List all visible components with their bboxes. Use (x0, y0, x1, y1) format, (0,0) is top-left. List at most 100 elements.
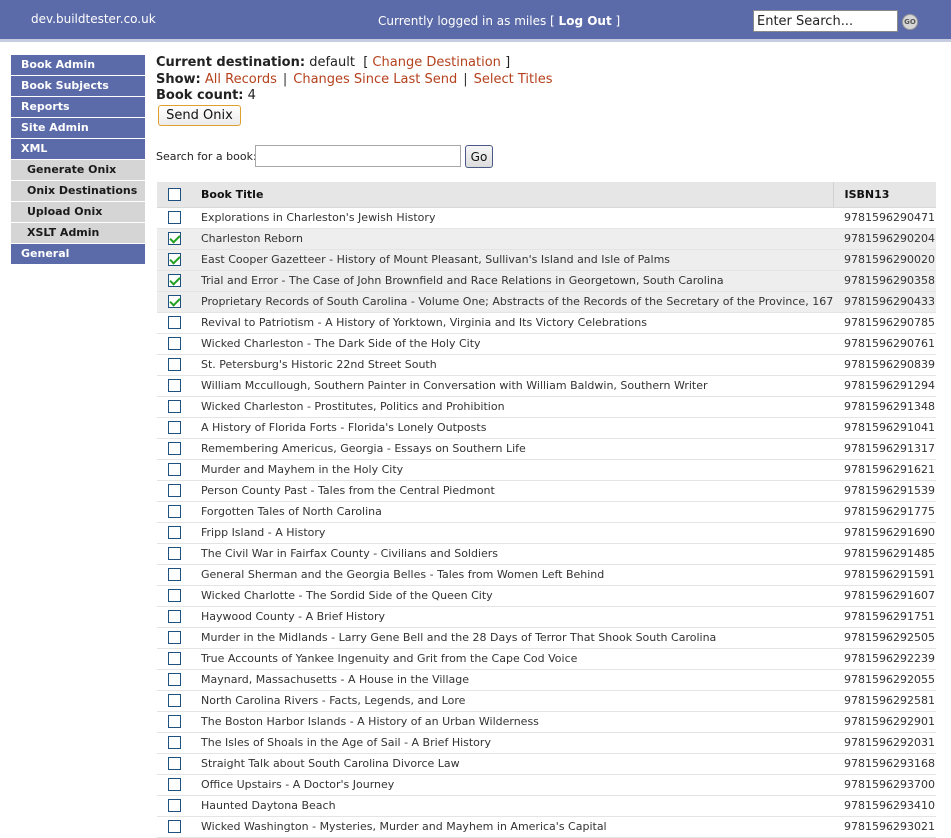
row-checkbox[interactable] (168, 631, 181, 645)
row-checkbox[interactable] (168, 715, 181, 729)
row-checkbox[interactable] (168, 610, 181, 624)
sidebar-subitem-xslt-admin[interactable]: XSLT Admin (11, 223, 145, 243)
table-row: Murder in the Midlands - Larry Gene Bell… (157, 627, 936, 649)
row-checkbox-cell (157, 627, 193, 649)
book-title-cell: Charleston Reborn (193, 228, 833, 250)
book-title-cell: Forgotten Tales of North Carolina (193, 501, 833, 523)
changes-since-last-send-link[interactable]: Changes Since Last Send (293, 72, 457, 87)
select-all-cell (157, 182, 193, 208)
table-row: True Accounts of Yankee Ingenuity and Gr… (157, 648, 936, 670)
book-title-cell: The Civil War in Fairfax County - Civili… (193, 543, 833, 565)
isbn-cell: 9781596292055 (833, 669, 936, 691)
row-checkbox[interactable] (168, 211, 181, 225)
table-row: Trial and Error - The Case of John Brown… (157, 270, 936, 292)
book-title-cell: Maynard, Massachusetts - A House in the … (193, 669, 833, 691)
row-checkbox[interactable] (168, 379, 181, 393)
row-checkbox[interactable] (168, 253, 181, 267)
row-checkbox-cell (157, 270, 193, 292)
row-checkbox[interactable] (168, 358, 181, 372)
book-title-cell: Straight Talk about South Carolina Divor… (193, 753, 833, 775)
book-title-cell: Fripp Island - A History (193, 522, 833, 544)
book-title-cell: North Carolina Rivers - Facts, Legends, … (193, 690, 833, 712)
table-row: Forgotten Tales of North Carolina 9781596… (157, 501, 936, 523)
table-row: Wicked Charlotte - The Sordid Side of th… (157, 585, 936, 607)
row-checkbox[interactable] (168, 232, 181, 246)
isbn-cell: 9781596290020 (833, 249, 936, 271)
site-search-go-button[interactable]: GO (902, 14, 918, 30)
row-checkbox[interactable] (168, 568, 181, 582)
filter-separator: | (282, 72, 288, 87)
sidebar-subitem-upload-onix[interactable]: Upload Onix (11, 202, 145, 222)
books-table: Book Title ISBN13 Explorations in Charle… (157, 182, 936, 838)
row-checkbox[interactable] (168, 316, 181, 330)
row-checkbox[interactable] (168, 274, 181, 288)
row-checkbox[interactable] (168, 295, 181, 309)
filter-separator: | (463, 72, 468, 87)
row-checkbox[interactable] (168, 757, 181, 771)
table-row: A History of Florida Forts - Florida's L… (157, 417, 936, 439)
row-checkbox[interactable] (168, 778, 181, 792)
row-checkbox-cell (157, 207, 193, 229)
select-titles-link[interactable]: Select Titles (474, 72, 553, 87)
book-title-cell: A History of Florida Forts - Florida's L… (193, 417, 833, 439)
sidebar-item-book-subjects[interactable]: Book Subjects (11, 76, 145, 96)
sidebar-item-general[interactable]: General (11, 244, 145, 264)
row-checkbox[interactable] (168, 526, 181, 540)
row-checkbox[interactable] (168, 799, 181, 813)
row-checkbox[interactable] (168, 400, 181, 414)
row-checkbox[interactable] (168, 820, 181, 834)
change-destination-link[interactable]: Change Destination (372, 55, 501, 70)
row-checkbox[interactable] (168, 589, 181, 603)
logout-link[interactable]: Log Out (559, 14, 612, 28)
isbn-cell: 9781596291294 (833, 375, 936, 397)
all-records-link[interactable]: All Records (205, 72, 277, 87)
row-checkbox[interactable] (168, 442, 181, 456)
isbn-cell: 9781596291751 (833, 606, 936, 628)
book-title-cell: Murder and Mayhem in the Holy City (193, 459, 833, 481)
table-header-row: Book Title ISBN13 (157, 182, 936, 208)
isbn-cell: 9781596293168 (833, 753, 936, 775)
row-checkbox-cell (157, 459, 193, 481)
row-checkbox-cell (157, 606, 193, 628)
row-checkbox-cell (157, 480, 193, 502)
book-search-go-button[interactable]: Go (465, 145, 493, 168)
row-checkbox[interactable] (168, 736, 181, 750)
row-checkbox[interactable] (168, 505, 181, 519)
isbn-cell: 9781596291317 (833, 438, 936, 460)
table-row: Person County Past - Tales from the Cent… (157, 480, 936, 502)
row-checkbox[interactable] (168, 547, 181, 561)
sidebar-item-xml[interactable]: XML (11, 139, 145, 159)
book-title-header[interactable]: Book Title (193, 182, 834, 208)
book-title-cell: St. Petersburg's Historic 22nd Street So… (193, 354, 833, 376)
sidebar-item-site-admin[interactable]: Site Admin (11, 118, 145, 138)
site-search-input[interactable] (753, 10, 898, 32)
isbn-cell: 9781596292581 (833, 690, 936, 712)
row-checkbox-cell (157, 522, 193, 544)
destination-label: Current destination: (156, 55, 306, 70)
sidebar-subitem-generate-onix[interactable]: Generate Onix (11, 160, 145, 180)
row-checkbox[interactable] (168, 337, 181, 351)
isbn-cell: 9781596293410 (833, 795, 936, 817)
book-title-cell: Office Upstairs - A Doctor's Journey (193, 774, 833, 796)
book-title-cell: The Isles of Shoals in the Age of Sail -… (193, 732, 833, 754)
isbn-cell: 9781596292031 (833, 732, 936, 754)
row-checkbox[interactable] (168, 652, 181, 666)
row-checkbox[interactable] (168, 673, 181, 687)
row-checkbox[interactable] (168, 421, 181, 435)
isbn13-header[interactable]: ISBN13 (833, 182, 936, 208)
row-checkbox[interactable] (168, 463, 181, 477)
sidebar-subitem-onix-destinations[interactable]: Onix Destinations (11, 181, 145, 201)
isbn-cell: 9781596292901 (833, 711, 936, 733)
select-all-checkbox[interactable] (168, 188, 181, 201)
isbn-cell: 9781596291539 (833, 480, 936, 502)
sidebar-item-book-admin[interactable]: Book Admin (11, 55, 145, 75)
book-title-cell: Proprietary Records of South Carolina - … (193, 291, 833, 313)
send-onix-button[interactable]: Send Onix (158, 105, 241, 126)
row-checkbox[interactable] (168, 484, 181, 498)
sidebar-nav: Book Admin Book Subjects Reports Site Ad… (11, 55, 145, 265)
row-checkbox[interactable] (168, 694, 181, 708)
table-row: Straight Talk about South Carolina Divor… (157, 753, 936, 775)
book-search-input[interactable] (255, 145, 461, 167)
sidebar-item-reports[interactable]: Reports (11, 97, 145, 117)
isbn-cell: 9781596290785 (833, 312, 936, 334)
